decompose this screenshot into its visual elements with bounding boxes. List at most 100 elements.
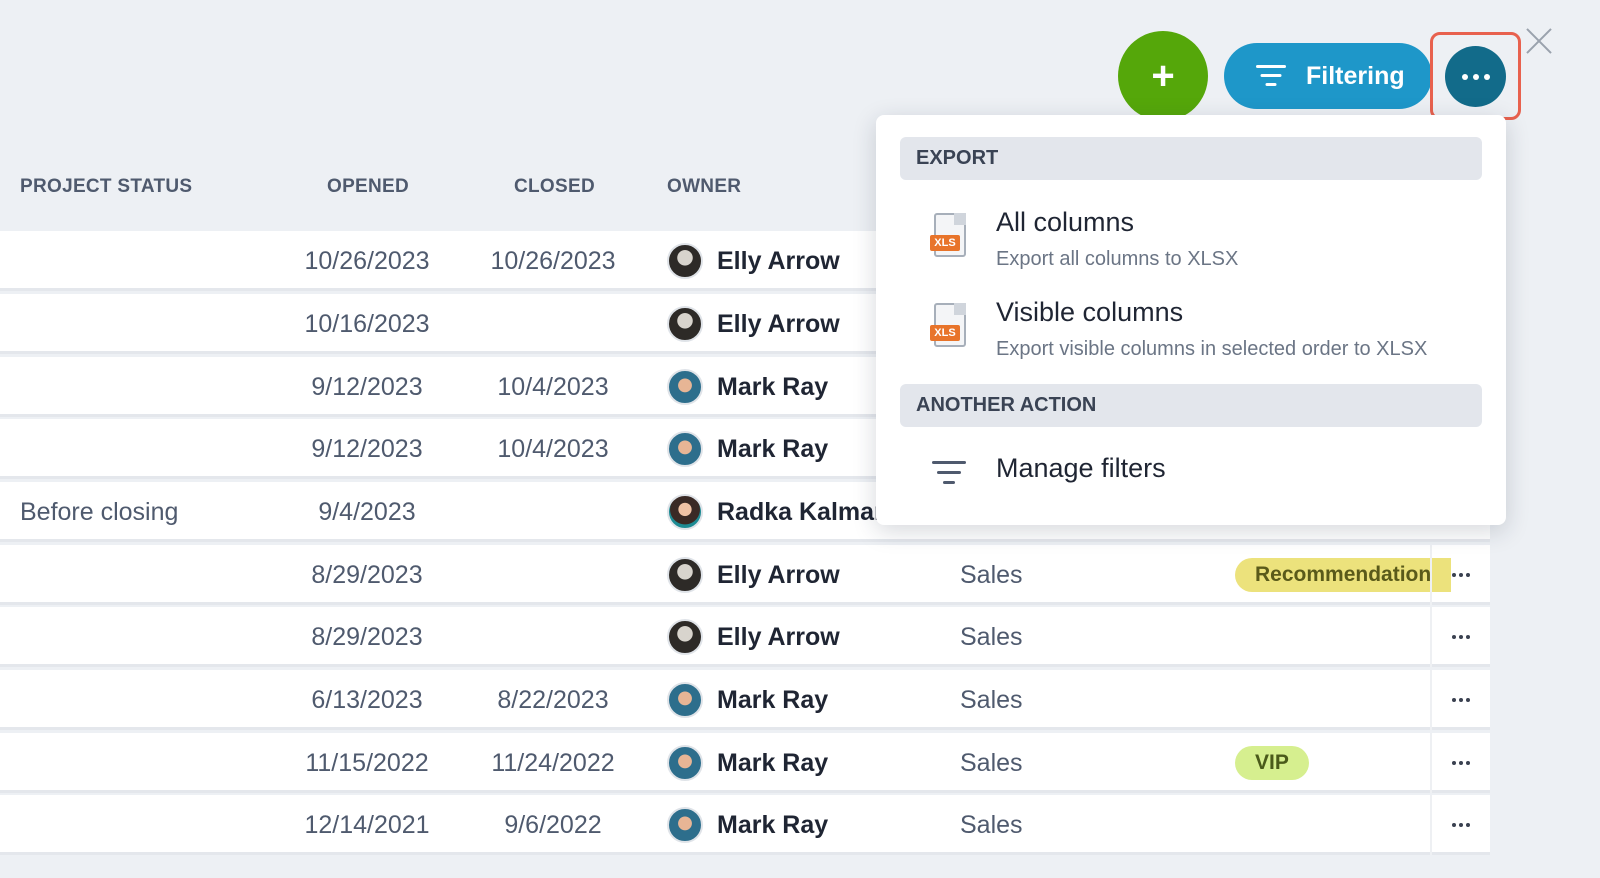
more-actions-button[interactable]: [1445, 46, 1506, 107]
owner-cell[interactable]: Elly Arrow: [667, 231, 840, 291]
closed-date-cell: 10/4/2023: [497, 434, 609, 463]
filtering-button[interactable]: Filtering: [1224, 43, 1432, 109]
column-header-project-status[interactable]: PROJECT STATUS: [20, 176, 192, 198]
opened-date-cell: 9/12/2023: [311, 434, 423, 463]
opened-date-cell: 6/13/2023: [311, 685, 423, 714]
avatar: [667, 682, 703, 718]
menu-item-all-columns[interactable]: All columns Export all columns to XLSX: [996, 207, 1238, 271]
project-status-cell: Before closing: [20, 497, 179, 526]
owner-name: Elly Arrow: [717, 560, 840, 589]
closed-date-cell: 10/4/2023: [497, 372, 609, 401]
avatar: [667, 243, 703, 279]
opened-date-cell: 8/29/2023: [311, 622, 423, 651]
closed-date-cell: [460, 482, 646, 542]
more-dot-icon: [1466, 823, 1470, 827]
more-dot-icon: [1466, 635, 1470, 639]
row-more-button[interactable]: [1430, 795, 1490, 855]
owner-cell[interactable]: Mark Ray: [667, 795, 828, 855]
more-dot-icon: [1452, 698, 1456, 702]
closed-date-cell: 9/6/2022: [504, 810, 602, 839]
more-dot-icon: [1452, 761, 1456, 765]
page: PROJECT STATUS OPENED CLOSED OWNER 10/26…: [0, 0, 1600, 878]
avatar: [667, 306, 703, 342]
xls-file-icon: XLS: [930, 213, 968, 259]
avatar: [667, 807, 703, 843]
department-cell: Sales: [960, 622, 1023, 651]
more-dot-icon: [1459, 823, 1463, 827]
owner-name: Elly Arrow: [717, 246, 840, 275]
closed-date-cell: 10/26/2023: [490, 246, 616, 275]
filter-icon: [1256, 65, 1286, 87]
owner-name: Elly Arrow: [717, 309, 840, 338]
more-dot-icon: [1459, 698, 1463, 702]
more-dot-icon: [1459, 761, 1463, 765]
owner-name: Mark Ray: [717, 748, 829, 777]
owner-name: Mark Ray: [717, 434, 829, 463]
avatar: [667, 745, 703, 781]
opened-date-cell: 8/29/2023: [311, 560, 423, 589]
closed-date-cell: 8/22/2023: [497, 685, 609, 714]
avatar: [667, 369, 703, 405]
owner-name: Elly Arrow: [717, 622, 840, 651]
menu-item-title: All columns: [996, 207, 1135, 237]
opened-date-cell: 12/14/2021: [304, 810, 430, 839]
table-row[interactable]: 12/14/2021 9/6/2022 Mark Ray Sales: [0, 795, 1490, 855]
tag-badge: VIP: [1235, 746, 1309, 780]
owner-name: Radka Kalmar: [717, 497, 884, 526]
owner-cell[interactable]: Mark Ray: [667, 357, 828, 417]
row-more-button[interactable]: [1430, 733, 1490, 793]
column-header-closed[interactable]: CLOSED: [514, 176, 595, 198]
closed-date-cell: [460, 607, 646, 667]
more-dot-icon: [1459, 573, 1463, 577]
row-more-button[interactable]: [1430, 545, 1490, 605]
more-dot-icon: [1452, 823, 1456, 827]
menu-section-another-action: ANOTHER ACTION: [900, 384, 1482, 427]
owner-cell[interactable]: Mark Ray: [667, 419, 828, 479]
add-button[interactable]: +: [1118, 31, 1208, 121]
column-header-owner[interactable]: OWNER: [667, 176, 741, 198]
more-dot-icon: [1466, 573, 1470, 577]
opened-date-cell: 9/4/2023: [318, 497, 416, 526]
column-header-opened[interactable]: OPENED: [327, 176, 409, 198]
menu-item-title: Visible columns: [996, 297, 1184, 327]
more-dot-icon: [1466, 698, 1470, 702]
owner-cell[interactable]: Elly Arrow: [667, 294, 840, 354]
more-dot-icon: [1483, 73, 1490, 80]
owner-cell[interactable]: Elly Arrow: [667, 607, 840, 667]
table-row[interactable]: 11/15/2022 11/24/2022 Mark Ray Sales VIP: [0, 733, 1490, 793]
opened-date-cell: 11/15/2022: [305, 748, 429, 777]
table-row[interactable]: 8/29/2023 Elly Arrow Sales: [0, 607, 1490, 667]
owner-cell[interactable]: Radka Kalmar: [667, 482, 884, 542]
filter-icon: [932, 461, 966, 485]
more-dot-icon: [1461, 73, 1468, 80]
more-dot-icon: [1459, 635, 1463, 639]
closed-date-cell: 11/24/2022: [491, 748, 615, 777]
avatar: [667, 619, 703, 655]
row-more-button[interactable]: [1430, 670, 1490, 730]
owner-cell[interactable]: Elly Arrow: [667, 545, 840, 605]
menu-item-description: Export visible columns in selected order…: [996, 338, 1428, 360]
menu-item-description: Export all columns to XLSX: [996, 248, 1239, 270]
closed-date-cell: [460, 545, 646, 605]
department-cell: Sales: [960, 748, 1023, 777]
tag-cell: VIP: [1235, 733, 1309, 793]
menu-item-manage-filters[interactable]: Manage filters: [996, 453, 1166, 484]
close-icon[interactable]: [1524, 26, 1554, 56]
menu-item-visible-columns[interactable]: Visible columns Export visible columns i…: [996, 297, 1427, 361]
table-row[interactable]: 6/13/2023 8/22/2023 Mark Ray Sales: [0, 670, 1490, 730]
opened-date-cell: 10/26/2023: [304, 246, 430, 275]
department-cell: Sales: [960, 810, 1023, 839]
avatar: [667, 494, 703, 530]
owner-cell[interactable]: Mark Ray: [667, 670, 828, 730]
owner-name: Mark Ray: [717, 372, 829, 401]
filtering-label: Filtering: [1306, 61, 1405, 90]
owner-cell[interactable]: Mark Ray: [667, 733, 828, 793]
department-cell: Sales: [960, 560, 1023, 589]
tag-cell: Recommendation: [1235, 545, 1452, 605]
opened-date-cell: 10/16/2023: [304, 309, 430, 338]
more-actions-menu: EXPORT XLS All columns Export all column…: [876, 115, 1506, 525]
row-more-button[interactable]: [1430, 607, 1490, 667]
department-cell: Sales: [960, 685, 1023, 714]
table-row[interactable]: 8/29/2023 Elly Arrow Sales Recommendation: [0, 545, 1490, 605]
menu-item-title: Manage filters: [996, 453, 1166, 483]
